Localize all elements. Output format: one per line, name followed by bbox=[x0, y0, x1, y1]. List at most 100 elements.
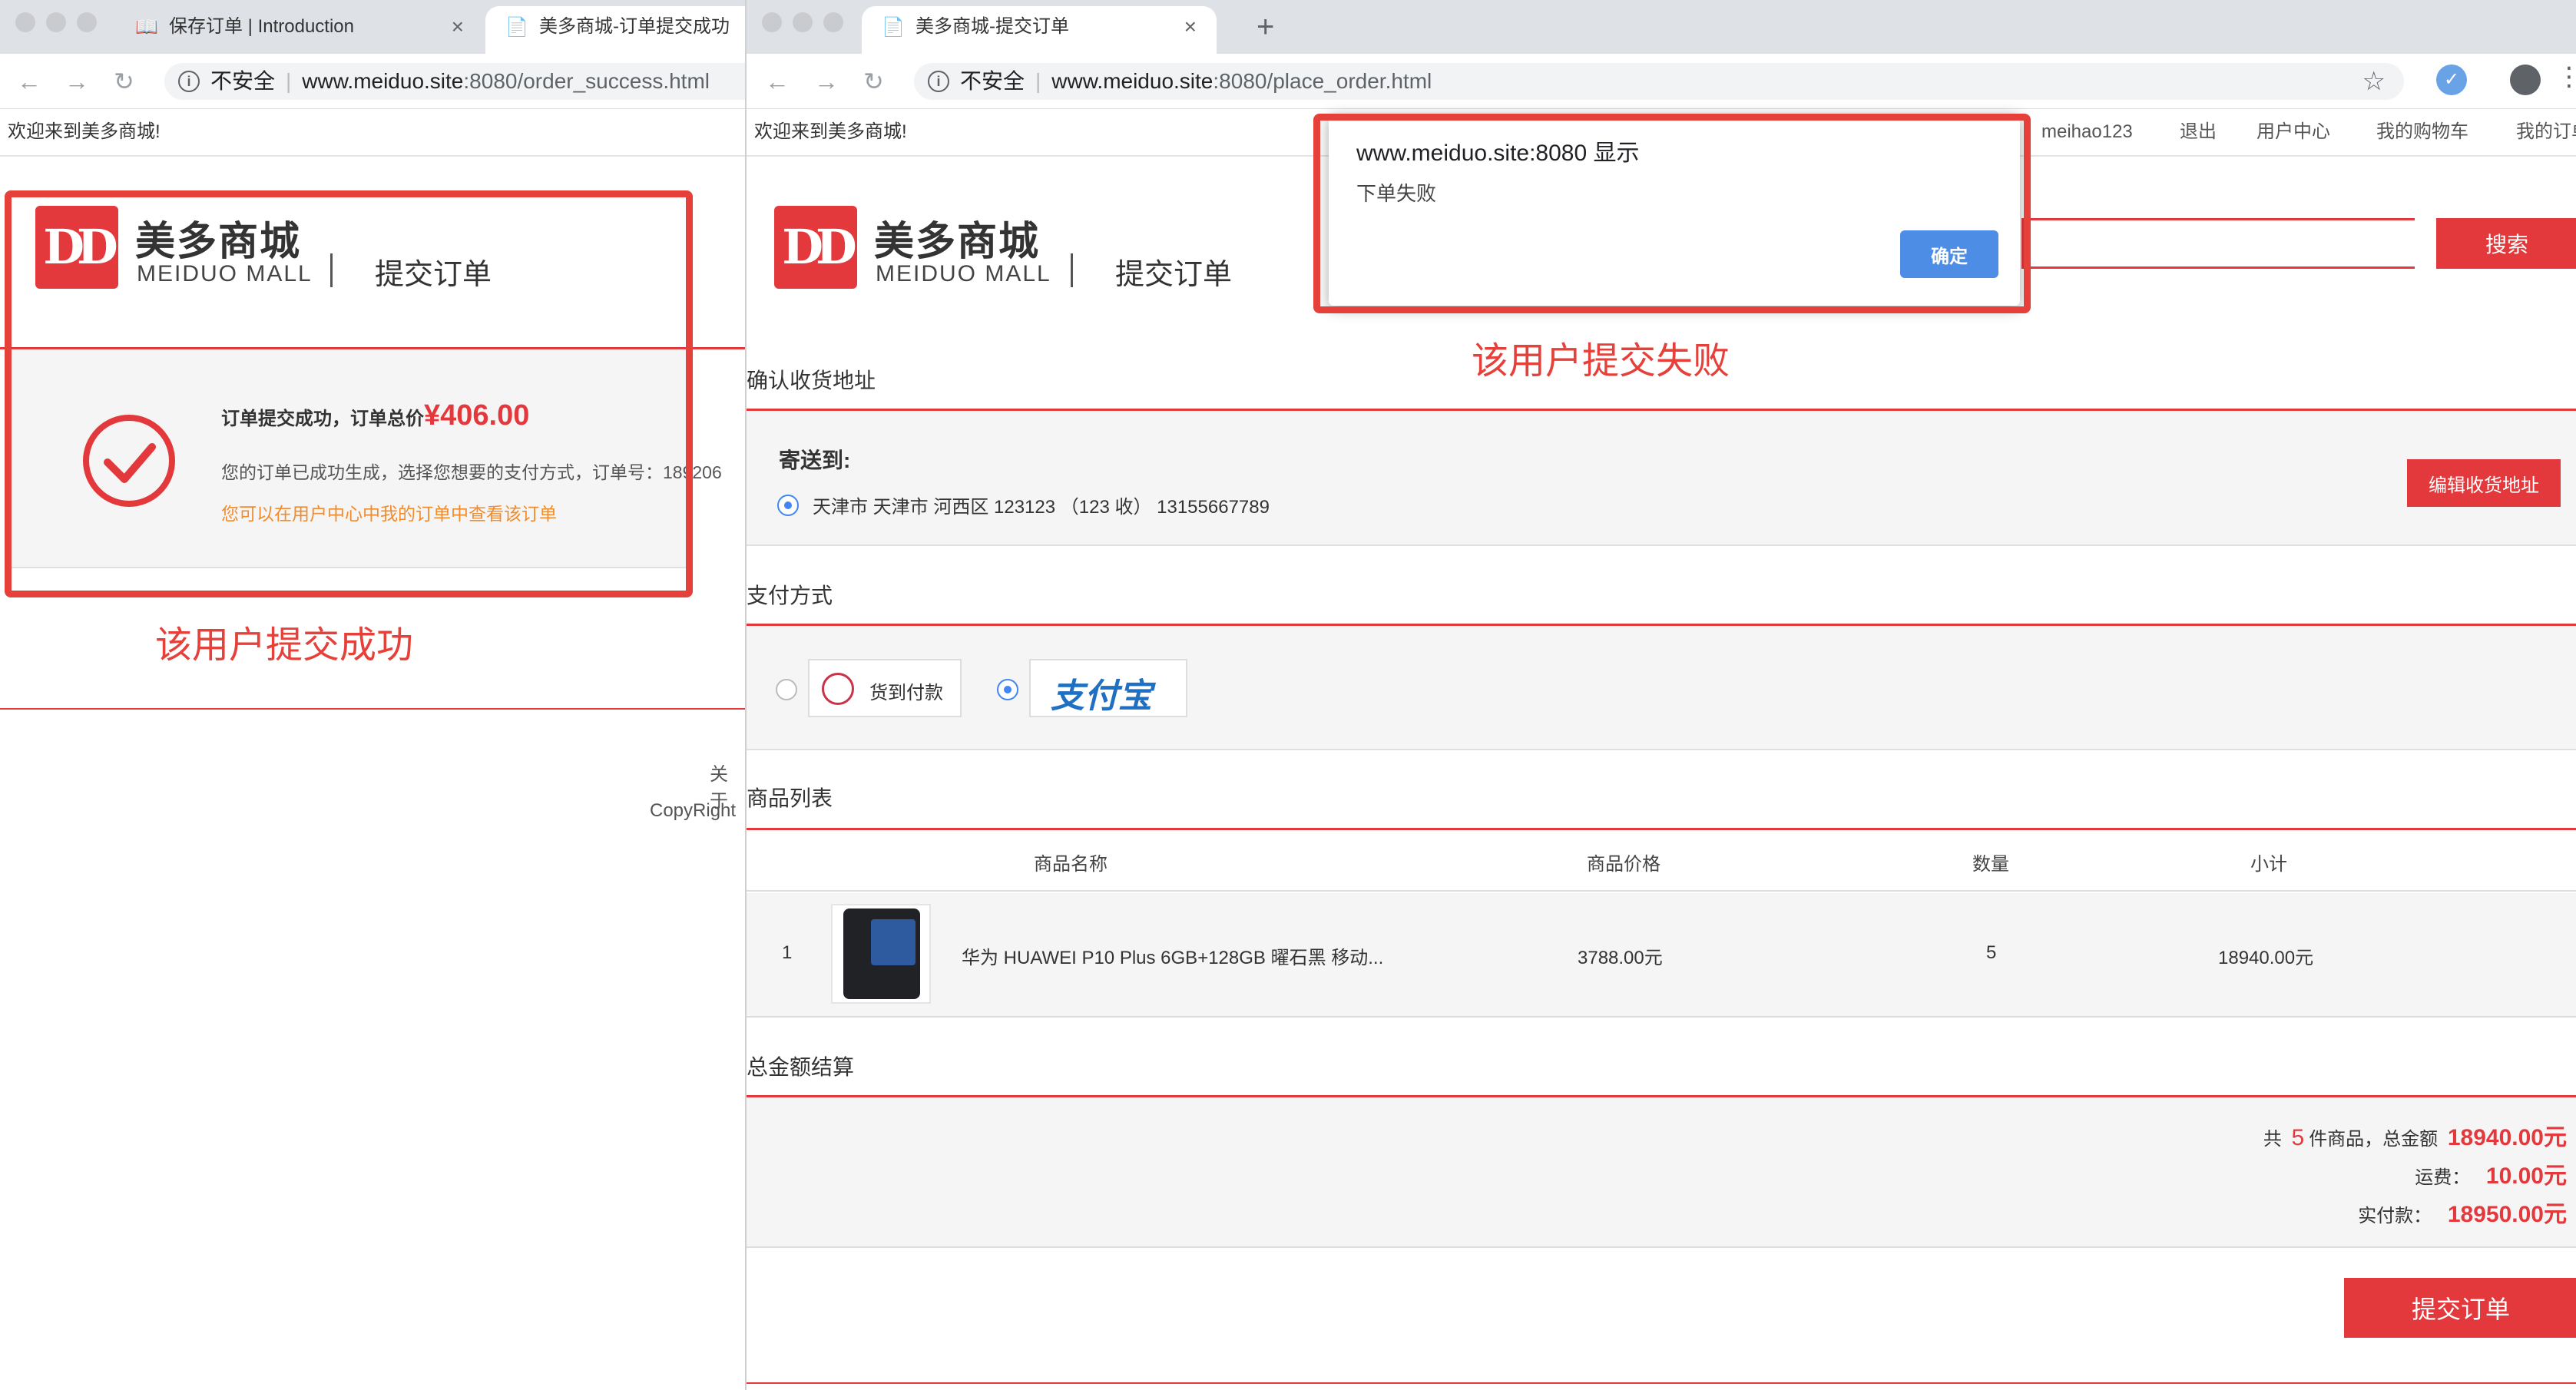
product-price: 3788.00元 bbox=[1578, 948, 1663, 968]
bookmark-star-icon[interactable]: ☆ bbox=[2362, 63, 2386, 100]
security-label: 不安全 bbox=[960, 69, 1025, 93]
extension-icon[interactable]: ✓ bbox=[2436, 65, 2467, 95]
product-qty: 5 bbox=[1986, 942, 1997, 963]
count-prefix: 共 bbox=[2263, 1129, 2282, 1150]
window-controls[interactable] bbox=[762, 12, 854, 36]
col-subtotal: 小计 bbox=[2250, 854, 2287, 875]
col-name: 商品名称 bbox=[1034, 854, 1108, 875]
row-index: 1 bbox=[782, 942, 793, 963]
nav-my-orders[interactable]: 我的订单 bbox=[2516, 109, 2576, 155]
pay-amount: 18950.00元 bbox=[2447, 1202, 2567, 1227]
new-tab-icon[interactable]: + bbox=[1257, 6, 1274, 48]
section-summary-title: 总金额结算 bbox=[747, 1055, 855, 1079]
freight-amount: 10.00元 bbox=[2485, 1163, 2567, 1189]
meiduo-logo-icon[interactable]: DD bbox=[774, 206, 857, 289]
summary-pay-line: 实付款： 18950.00元 bbox=[2358, 1195, 2567, 1229]
alipay-option[interactable]: 支付宝 bbox=[1029, 659, 1187, 717]
success-annotation-label: 该用户提交成功 bbox=[155, 625, 414, 666]
book-icon: 📖 bbox=[135, 17, 158, 38]
alipay-logo: 支付宝 bbox=[1051, 677, 1152, 715]
reload-icon[interactable]: ↻ bbox=[863, 68, 884, 95]
tab-label: 美多商城-提交订单 bbox=[916, 16, 1069, 37]
footer-copyright: CopyRight bbox=[650, 800, 737, 821]
nav-logout[interactable]: 退出 bbox=[2180, 109, 2217, 155]
footer-divider bbox=[0, 708, 745, 710]
section-goods-title: 商品列表 bbox=[747, 786, 833, 810]
bottom-divider bbox=[747, 1382, 2576, 1384]
pay-label: 实付款： bbox=[2358, 1206, 2432, 1226]
tab-introduction[interactable]: 📖 保存订单 | Introduction × bbox=[115, 6, 484, 54]
account-icon[interactable] bbox=[2510, 65, 2541, 95]
search-button[interactable]: 搜索 bbox=[2436, 218, 2576, 269]
security-label: 不安全 bbox=[210, 69, 276, 93]
freight-label: 运费： bbox=[2415, 1167, 2471, 1188]
page-icon: 📄 bbox=[505, 17, 528, 38]
ship-to-label: 寄送到: bbox=[779, 448, 851, 472]
forward-icon[interactable]: → bbox=[65, 68, 89, 95]
tab-order-success[interactable]: 📄 美多商城-订单提交成功 bbox=[485, 6, 745, 54]
info-icon: i bbox=[928, 71, 949, 92]
summary-total-line: 共 5 件商品，总金额 18940.00元 bbox=[2263, 1118, 2567, 1152]
product-subtotal: 18940.00元 bbox=[2218, 948, 2314, 968]
edit-address-button[interactable]: 编辑收货地址 bbox=[2407, 459, 2561, 507]
section-payment-title: 支付方式 bbox=[747, 584, 833, 607]
product-name[interactable]: 华为 HUAWEI P10 Plus 6GB+128GB 曜石黑 移动... bbox=[962, 942, 1383, 969]
logo-subtitle-en: MEIDUO MALL bbox=[876, 261, 1051, 286]
alipay-radio[interactable] bbox=[997, 679, 1018, 700]
welcome-bar: 欢迎来到美多商城! bbox=[0, 109, 745, 157]
address-bar: ← → ↻ i 不安全 | www.meiduo.site:8080/order_s… bbox=[0, 54, 745, 109]
fail-annotation-box bbox=[1313, 114, 2031, 313]
cod-option[interactable]: 货到付款 bbox=[808, 659, 962, 717]
url-field[interactable]: i 不安全 | www.meiduo.site:8080/place_order.h… bbox=[914, 63, 2404, 100]
tab-bar: 📖 保存订单 | Introduction × 📄 美多商城-订单提交成功 bbox=[0, 0, 745, 54]
submit-order-button[interactable]: 提交订单 bbox=[2344, 1278, 2576, 1338]
logo-title: 美多商城 bbox=[874, 220, 1041, 264]
total-amount: 18940.00元 bbox=[2447, 1125, 2567, 1150]
col-qty: 数量 bbox=[1972, 854, 2009, 875]
welcome-text: 欢迎来到美多商城! bbox=[8, 121, 161, 142]
url-path: :8080/place_order.html bbox=[1213, 69, 1432, 93]
section-address-title: 确认收货地址 bbox=[747, 369, 876, 392]
page-icon: 📄 bbox=[882, 17, 905, 38]
table-row: 1 华为 HUAWEI P10 Plus 6GB+128GB 曜石黑 移动...… bbox=[747, 893, 2576, 1018]
info-icon: i bbox=[178, 71, 200, 92]
phone-screen bbox=[871, 919, 916, 965]
close-tab-icon[interactable]: × bbox=[1184, 6, 1197, 48]
cod-label: 货到付款 bbox=[869, 683, 943, 703]
back-icon[interactable]: ← bbox=[765, 68, 790, 95]
url-host: www.meiduo.site bbox=[1051, 69, 1214, 93]
nav-username[interactable]: meihao123 bbox=[2041, 109, 2133, 155]
cod-radio[interactable] bbox=[776, 679, 797, 700]
nav-user-center[interactable]: 用户中心 bbox=[2256, 109, 2330, 155]
address-bar: ← → ↻ i 不安全 | www.meiduo.site:8080/place_o… bbox=[747, 54, 2576, 109]
welcome-text: 欢迎来到美多商城! bbox=[754, 121, 907, 142]
product-image[interactable] bbox=[831, 904, 931, 1004]
reload-icon[interactable]: ↻ bbox=[114, 68, 134, 95]
url-field[interactable]: i 不安全 | www.meiduo.site:8080/order_success… bbox=[164, 63, 745, 100]
url-path: :8080/order_success.html bbox=[463, 69, 710, 93]
forward-icon[interactable]: → bbox=[814, 68, 839, 95]
divider bbox=[1071, 253, 1073, 287]
search-input[interactable] bbox=[2021, 218, 2415, 269]
nav-cart[interactable]: 我的购物车 bbox=[2376, 109, 2468, 155]
item-count: 5 bbox=[2291, 1125, 2305, 1150]
success-annotation-box bbox=[5, 190, 693, 597]
goods-table-header: 商品名称 商品价格 数量 小计 bbox=[747, 830, 2576, 892]
cod-icon bbox=[822, 673, 854, 705]
count-suffix: 件商品，总金额 bbox=[2309, 1129, 2439, 1150]
window-controls[interactable] bbox=[15, 12, 108, 36]
address-radio[interactable] bbox=[777, 495, 799, 516]
fail-annotation-label: 该用户提交失败 bbox=[1472, 341, 1730, 382]
address-text: 天津市 天津市 河西区 123123 （123 收） 13155667789 bbox=[813, 497, 1270, 518]
address-panel bbox=[747, 411, 2576, 546]
tab-label: 美多商城-订单提交成功 bbox=[539, 16, 730, 37]
url-host: www.meiduo.site bbox=[302, 69, 464, 93]
payment-panel bbox=[747, 626, 2576, 750]
tab-label: 保存订单 | Introduction bbox=[169, 16, 354, 37]
close-tab-icon[interactable]: × bbox=[452, 6, 464, 48]
tab-place-order[interactable]: 📄 美多商城-提交订单 × bbox=[862, 6, 1217, 54]
menu-icon[interactable]: ⋮ bbox=[2556, 61, 2576, 92]
col-price: 商品价格 bbox=[1587, 854, 1660, 875]
back-icon[interactable]: ← bbox=[17, 68, 41, 95]
summary-freight-line: 运费： 10.00元 bbox=[2415, 1157, 2567, 1190]
